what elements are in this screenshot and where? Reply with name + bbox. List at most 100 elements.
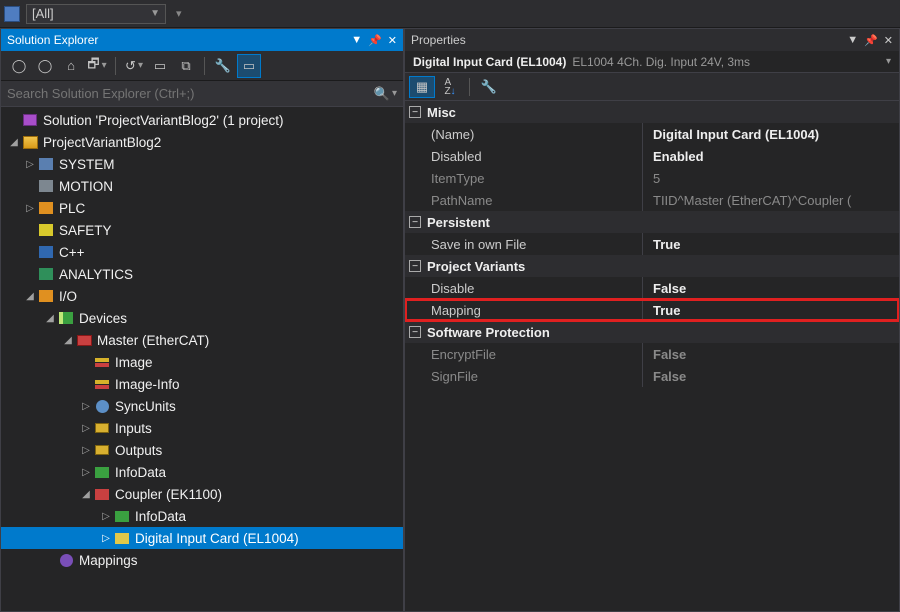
collapse-icon[interactable]: − <box>409 106 421 118</box>
expand-icon[interactable]: ◢ <box>7 137 21 148</box>
forward-button[interactable]: ◯ <box>33 54 57 78</box>
solution-icon <box>23 114 37 126</box>
tree-infodata[interactable]: ▷ InfoData <box>1 461 403 483</box>
collapse-icon[interactable]: − <box>409 326 421 338</box>
history-button[interactable]: ↺▾ <box>122 54 146 78</box>
tree-analytics[interactable]: ANALYTICS <box>1 263 403 285</box>
properties-titlebar: Properties ▼ 📌 ✕ <box>405 29 899 51</box>
prop-pathname: PathName TIID^Master (EtherCAT)^Coupler … <box>405 189 899 211</box>
tree-image[interactable]: Image <box>1 351 403 373</box>
tree-plc[interactable]: ▷ PLC <box>1 197 403 219</box>
property-pages-button[interactable]: 🔧 <box>476 76 502 98</box>
expand-icon[interactable]: ◢ <box>79 489 93 500</box>
cpp-icon <box>39 246 53 258</box>
tree-io[interactable]: ◢ I/O <box>1 285 403 307</box>
expand-icon[interactable]: ▷ <box>79 423 93 434</box>
plc-icon <box>39 202 53 214</box>
tree-syncunits[interactable]: ▷ SyncUnits <box>1 395 403 417</box>
tree-motion[interactable]: MOTION <box>1 175 403 197</box>
pin-icon[interactable]: 📌 <box>864 34 878 47</box>
tree-label: ANALYTICS <box>59 267 133 282</box>
tree-infodata2[interactable]: ▷ InfoData <box>1 505 403 527</box>
tree-project[interactable]: ◢ ProjectVariantBlog2 <box>1 131 403 153</box>
prop-disabled[interactable]: Disabled Enabled <box>405 145 899 167</box>
tree-imageinfo[interactable]: Image-Info <box>1 373 403 395</box>
home-button[interactable]: ⌂ <box>59 54 83 78</box>
prop-value[interactable]: Digital Input Card (EL1004) <box>643 123 899 145</box>
tree-digital-input-card[interactable]: ▷ Digital Input Card (EL1004) <box>1 527 403 549</box>
search-icon[interactable]: 🔍▾ <box>374 86 397 102</box>
expand-icon[interactable]: ▷ <box>99 511 113 522</box>
tree-label: ProjectVariantBlog2 <box>43 135 161 150</box>
prop-value: 5 <box>643 167 899 189</box>
prop-mapping[interactable]: Mapping True <box>405 299 899 321</box>
tree-safety[interactable]: SAFETY <box>1 219 403 241</box>
tree-system[interactable]: ▷ SYSTEM <box>1 153 403 175</box>
dropdown-icon[interactable]: ▼ <box>847 34 858 46</box>
expand-icon[interactable]: ▷ <box>23 159 37 170</box>
expand-icon[interactable]: ◢ <box>61 335 75 346</box>
expand-icon[interactable]: ▷ <box>99 533 113 544</box>
collapse-icon[interactable]: − <box>409 260 421 272</box>
tree-master[interactable]: ◢ Master (EtherCAT) <box>1 329 403 351</box>
tree-mappings[interactable]: Mappings <box>1 549 403 571</box>
prop-encryptfile: EncryptFile False <box>405 343 899 365</box>
sync-button[interactable]: 🗗▾ <box>85 54 109 78</box>
property-grid[interactable]: − Misc (Name) Digital Input Card (EL1004… <box>405 101 899 611</box>
expand-icon[interactable]: ◢ <box>23 291 37 302</box>
search-input[interactable] <box>7 86 374 101</box>
category-software-protection[interactable]: − Software Protection <box>405 321 899 343</box>
tree-label: I/O <box>59 289 77 304</box>
outputs-icon <box>95 445 109 455</box>
solution-tree[interactable]: Solution 'ProjectVariantBlog2' (1 projec… <box>1 107 403 611</box>
tree-outputs[interactable]: ▷ Outputs <box>1 439 403 461</box>
chevron-down-icon[interactable]: ▾ <box>886 56 891 67</box>
prop-name[interactable]: (Name) Digital Input Card (EL1004) <box>405 123 899 145</box>
prop-label: Disable <box>405 277 643 299</box>
close-icon[interactable]: ✕ <box>388 34 397 47</box>
solution-explorer-title: Solution Explorer <box>7 33 98 47</box>
search-box[interactable]: 🔍▾ <box>1 81 403 107</box>
categorized-button[interactable]: ▦ <box>409 76 435 98</box>
expand-icon[interactable]: ▷ <box>79 467 93 478</box>
prop-saveown[interactable]: Save in own File True <box>405 233 899 255</box>
expand-icon[interactable]: ◢ <box>43 313 57 324</box>
pin-icon[interactable]: 📌 <box>368 34 382 47</box>
prop-value[interactable]: Enabled <box>643 145 899 167</box>
prop-value: False <box>643 343 899 365</box>
overflow-icon[interactable]: ▾ <box>176 7 182 20</box>
tree-solution-root[interactable]: Solution 'ProjectVariantBlog2' (1 projec… <box>1 109 403 131</box>
properties-object-selector[interactable]: Digital Input Card (EL1004) EL1004 4Ch. … <box>405 51 899 73</box>
expand-icon[interactable]: ▷ <box>23 203 37 214</box>
dropdown-icon[interactable]: ▼ <box>351 34 362 46</box>
prop-value[interactable]: True <box>643 299 899 321</box>
tree-label: SyncUnits <box>115 399 176 414</box>
category-project-variants[interactable]: − Project Variants <box>405 255 899 277</box>
expand-icon[interactable]: ▷ <box>79 401 93 412</box>
category-persistent[interactable]: − Persistent <box>405 211 899 233</box>
back-button[interactable]: ◯ <box>7 54 31 78</box>
alphabetical-button[interactable]: AZ↓ <box>437 76 463 98</box>
tree-label: Master (EtherCAT) <box>97 333 209 348</box>
collapse-button[interactable]: ▭ <box>148 54 172 78</box>
tree-inputs[interactable]: ▷ Inputs <box>1 417 403 439</box>
prop-label: Save in own File <box>405 233 643 255</box>
prop-disable[interactable]: Disable False <box>405 277 899 299</box>
prop-value[interactable]: False <box>643 277 899 299</box>
preview-button[interactable]: ▭ <box>237 54 261 78</box>
showall-button[interactable]: ⧉ <box>174 54 198 78</box>
close-icon[interactable]: ✕ <box>884 34 893 47</box>
category-misc[interactable]: − Misc <box>405 101 899 123</box>
tree-coupler[interactable]: ◢ Coupler (EK1100) <box>1 483 403 505</box>
tree-devices[interactable]: ◢ Devices <box>1 307 403 329</box>
expand-icon[interactable]: ▷ <box>79 445 93 456</box>
solution-explorer-titlebar: Solution Explorer ▼ 📌 ✕ <box>1 29 403 51</box>
properties-button[interactable]: 🔧 <box>211 54 235 78</box>
properties-panel: Properties ▼ 📌 ✕ Digital Input Card (EL1… <box>404 28 900 612</box>
object-name: Digital Input Card (EL1004) <box>413 55 566 69</box>
tree-cpp[interactable]: C++ <box>1 241 403 263</box>
prop-value[interactable]: True <box>643 233 899 255</box>
variant-combo[interactable]: [All] ▼ <box>26 4 166 24</box>
collapse-icon[interactable]: − <box>409 216 421 228</box>
tree-label: Inputs <box>115 421 152 436</box>
